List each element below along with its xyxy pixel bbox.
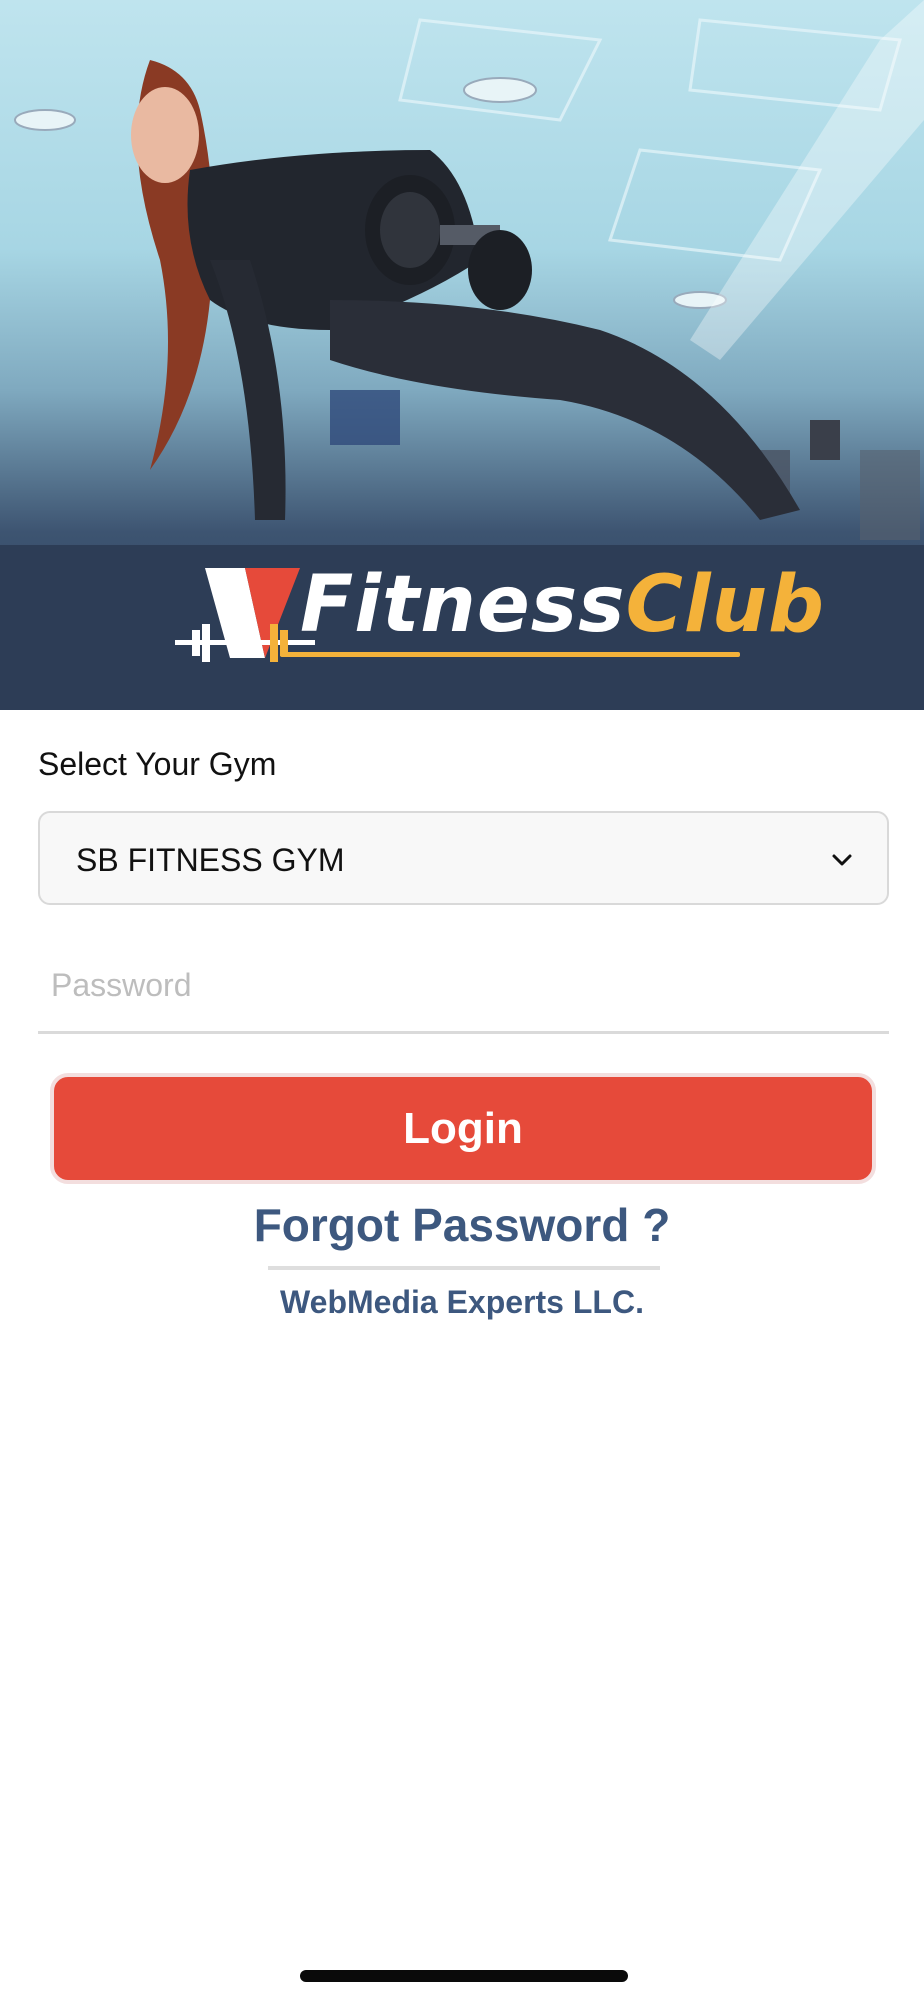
login-screen: FitnessClub Select Your Gym SB FITNESS G… xyxy=(0,0,924,2000)
chevron-down-icon xyxy=(832,854,852,866)
home-indicator[interactable] xyxy=(300,1970,628,1982)
fitness-club-logo: FitnessClub xyxy=(170,560,824,680)
select-gym-label: Select Your Gym xyxy=(38,746,277,782)
gym-select-value: SB FITNESS GYM xyxy=(76,842,345,878)
company-credit: WebMedia Experts LLC. xyxy=(280,1284,644,1320)
barbell-logo-icon xyxy=(175,568,315,662)
divider xyxy=(268,1266,660,1270)
login-button[interactable]: Login xyxy=(50,1073,876,1184)
forgot-password-link[interactable]: Forgot Password ? xyxy=(0,1198,924,1252)
logo-wordmark: FitnessClub xyxy=(300,566,825,644)
hero-banner: FitnessClub xyxy=(0,0,924,710)
logo-word-club: Club xyxy=(625,560,825,650)
logo-word-fitness: Fitness xyxy=(300,560,626,650)
password-input[interactable] xyxy=(38,940,889,1034)
logo-underline xyxy=(280,652,740,657)
gym-select-dropdown[interactable]: SB FITNESS GYM xyxy=(38,811,889,905)
